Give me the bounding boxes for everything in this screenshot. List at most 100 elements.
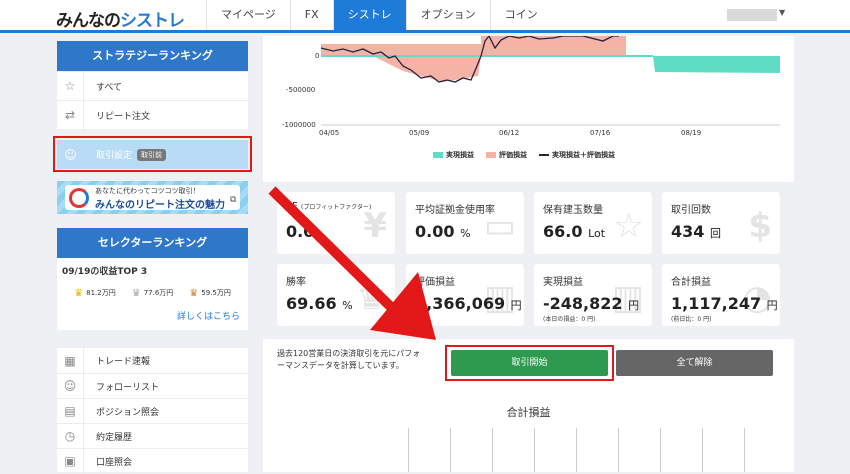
- repeat-order-banner[interactable]: あなたに代わってコツコツ取引！ みんなのリピート注文の魅力 ⧉: [57, 181, 248, 214]
- metric-unit: 円: [766, 299, 778, 312]
- metric-unit: 円: [510, 299, 522, 312]
- top3-value: 77.6万円: [143, 289, 174, 297]
- metric-value: 66.0 Lot: [543, 222, 605, 241]
- nav-mypage[interactable]: マイページ: [206, 0, 290, 30]
- nav-coin[interactable]: コイン: [489, 0, 552, 30]
- metric-label: 合計損益: [671, 277, 711, 288]
- metric-unit: %: [460, 227, 471, 240]
- top3-value: 59.5万円: [201, 289, 231, 297]
- logo-text-a: みんなの: [56, 11, 121, 31]
- total-pnl-chart-gridlines: [408, 428, 778, 472]
- grid-line: [492, 428, 493, 472]
- metric-number: 1,366,069: [415, 294, 506, 313]
- sidebar-item-account[interactable]: ▣ 口座照会: [57, 448, 248, 474]
- sidebar-item-label: 口座照会: [96, 457, 133, 468]
- sidebar-item-label: すべて: [96, 82, 123, 93]
- logo[interactable]: みんなのシストレ: [56, 6, 185, 31]
- user-name-masked[interactable]: [727, 9, 777, 21]
- x-tick-label: 08/19: [681, 129, 702, 137]
- grid-line: [744, 428, 745, 472]
- more-details-link[interactable]: 詳しくはこちら: [57, 306, 248, 330]
- sidebar-item-label: フォローリスト: [96, 382, 160, 393]
- sidebar-item-positions[interactable]: ▤ ポジション照会: [57, 398, 248, 424]
- legend-realized: 実現損益: [433, 150, 474, 160]
- grid-line: [534, 428, 535, 472]
- metric-label: 取引回数: [671, 205, 711, 216]
- banner-small-text: あなたに代わってコツコツ取引！: [95, 187, 200, 195]
- metric-number: -248,822: [543, 294, 623, 313]
- gold-crown-icon: ♛: [74, 287, 84, 299]
- sidebar-item-trade-news[interactable]: ▦ トレード速報: [57, 348, 248, 373]
- legend-swatch: [486, 152, 496, 158]
- top-header: みんなのシストレ マイページ FX シストレ オプション コイン ▼: [0, 0, 850, 33]
- metric-value: 1,117,247 円: [671, 294, 778, 313]
- grid-line: [660, 428, 661, 472]
- pnl-chart-svg: [320, 36, 780, 126]
- main-nav: マイページ FX シストレ オプション コイン: [206, 0, 552, 30]
- top3-item[interactable]: ♛ 81.2万円: [74, 288, 116, 299]
- sidebar-item-label: リピート注文: [96, 111, 151, 122]
- star-icon: ☆: [57, 71, 84, 101]
- metric-number: 0.00: [415, 222, 455, 241]
- external-link-icon: ⧉: [230, 195, 237, 205]
- metric-label-text: PF: [286, 201, 298, 212]
- logo-text-b: シストレ: [120, 11, 185, 31]
- legend-swatch: [539, 154, 549, 156]
- x-tick-label: 04/05: [319, 129, 340, 137]
- dollar-cycle-icon: $: [748, 206, 772, 246]
- book-icon: ▤: [57, 398, 84, 424]
- banner-panel: あなたに代わってコツコツ取引！ みんなのリピート注文の魅力 ⧉: [65, 185, 240, 211]
- chart-legend: 実現損益 評価損益 実現損益＋評価損益: [433, 150, 615, 160]
- unrealized-area-dip: [321, 56, 481, 82]
- repeat-circle-icon: [69, 188, 89, 208]
- nav-option[interactable]: オプション: [405, 0, 490, 30]
- selector-subtitle: 09/19の収益TOP 3: [62, 267, 148, 277]
- metric-label: 平均証拠金使用率: [415, 205, 495, 216]
- metric-value: 1,366,069 円: [415, 294, 522, 313]
- sidebar-item-label: 約定履歴: [96, 432, 133, 443]
- nav-fx[interactable]: FX: [289, 0, 333, 30]
- calculator-icon: ▦: [57, 348, 84, 373]
- metrics-grid: ¥ PF (プロフィットファクター) 0.0 ▭ 平均証拠金使用率 0.00 %…: [263, 182, 794, 339]
- legend-total: 実現損益＋評価損益: [539, 150, 615, 160]
- metric-unit: 回: [709, 227, 721, 240]
- sidebar-item-execution-history[interactable]: ◷ 約定履歴: [57, 423, 248, 449]
- metric-card-trade-count: $ 取引回数 434 回: [662, 192, 780, 254]
- y-tick-label: -500000: [286, 86, 316, 94]
- highlight-box-start-button: [445, 345, 614, 381]
- metric-unit: %: [342, 299, 353, 312]
- x-tick-label: 05/09: [409, 129, 430, 137]
- x-tick-label: 06/12: [499, 129, 520, 137]
- selector-ranking-card: セレクターランキング 09/19の収益TOP 3 ♛ 81.2万円 ♛ 77.6…: [57, 228, 248, 330]
- chevron-down-icon[interactable]: ▼: [779, 8, 785, 17]
- clear-all-button[interactable]: 全て解除: [616, 350, 773, 376]
- top3-row: ♛ 81.2万円 ♛ 77.6万円 ♛ 59.5万円: [57, 280, 248, 306]
- nav-systre[interactable]: シストレ: [332, 0, 406, 30]
- metric-card-pf: ¥ PF (プロフィットファクター) 0.0: [277, 192, 395, 254]
- metric-card-total-pnl: ◔ 合計損益 1,117,247 円 (前日比：0 円): [662, 264, 780, 326]
- top3-item[interactable]: ♛ 59.5万円: [189, 288, 231, 299]
- sidebar-item-follow-list[interactable]: ☺ フォローリスト: [57, 373, 248, 399]
- legend-label: 実現損益: [446, 151, 474, 159]
- top3-item[interactable]: ♛ 77.6万円: [132, 288, 174, 299]
- grid-line: [450, 428, 451, 472]
- y-tick-label: -1000000: [282, 121, 316, 129]
- banner-big-text: みんなのリピート注文の魅力: [95, 200, 225, 211]
- sidebar-item-label: トレード速報: [96, 357, 151, 367]
- metric-number: 66.0: [543, 222, 583, 241]
- top3-value: 81.2万円: [86, 289, 116, 297]
- sidebar-item-repeat-order[interactable]: ⇄ リピート注文: [57, 100, 248, 130]
- metric-number: 434: [671, 222, 705, 241]
- sidebar-item-all[interactable]: ☆ すべて: [57, 71, 248, 101]
- performance-notice: 過去120営業日の決済取引を元にパフォーマンスデータを計算しています。: [277, 349, 421, 370]
- selector-ranking-title: セレクターランキング: [57, 228, 248, 258]
- metric-unit: Lot: [588, 227, 606, 240]
- metric-card-open-lots: ☆ 保有建玉数量 66.0 Lot: [534, 192, 652, 254]
- strategy-detail-panel: 0 -500000 -1000000 04/05 05/09 06/12 07/…: [263, 36, 794, 472]
- strategy-ranking-title: ストラテジーランキング: [57, 41, 248, 71]
- grid-line: [576, 428, 577, 472]
- metric-number: 1,117,247: [671, 294, 762, 313]
- strategy-ranking-card: ストラテジーランキング ☆ すべて ⇄ リピート注文: [57, 41, 248, 130]
- metric-value: -248,822 円: [543, 294, 639, 313]
- star-icon: ☆: [613, 206, 644, 246]
